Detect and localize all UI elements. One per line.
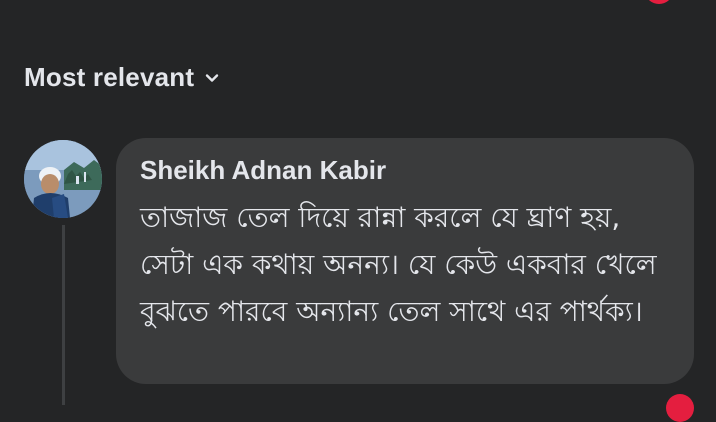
chevron-down-icon	[204, 70, 220, 86]
comment-text: তাজাজ তেল দিয়ে রান্না করলে যে ঘ্রাণ হয়…	[140, 201, 657, 328]
sort-comments-dropdown[interactable]: Most relevant	[24, 62, 220, 93]
comment-bubble: Sheikh Adnan Kabir তাজাজ তেল দিয়ে রান্ন…	[116, 138, 694, 384]
notification-badge	[646, 0, 672, 4]
avatar[interactable]	[24, 140, 102, 218]
reply-thread-line	[62, 225, 65, 405]
comment-author[interactable]: Sheikh Adnan Kabir	[140, 152, 670, 188]
sort-label: Most relevant	[24, 62, 195, 92]
reaction-icon[interactable]	[666, 394, 694, 422]
